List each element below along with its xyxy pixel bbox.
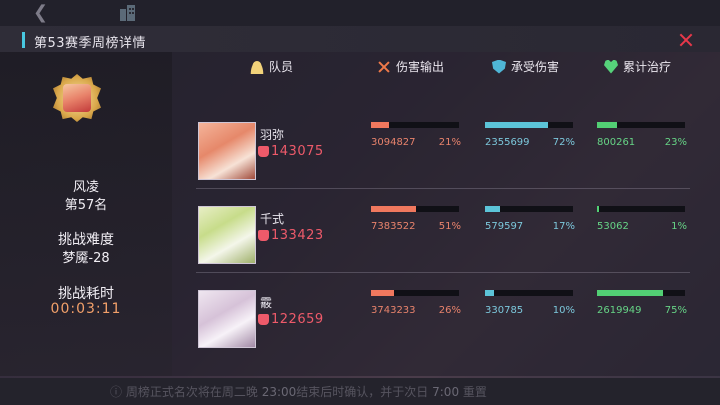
taken-bar-fill — [485, 122, 549, 128]
member-name: 霰 — [260, 296, 273, 310]
heal-bar-track — [597, 206, 685, 212]
time-value: 00:03:11 — [50, 301, 122, 317]
background-footer: ⓘ 周榜正式名次将在周二晚 23:00结束后时确认，并于次日 7:00 重置 — [0, 378, 720, 405]
heal-value: 800261 — [597, 137, 636, 148]
background-top-bar: ❮ — [0, 0, 720, 26]
heal-percent: 75% — [664, 305, 687, 316]
damage-stat: 3094827 21% — [371, 122, 471, 162]
row-divider — [196, 272, 690, 273]
heal-stat: 2619949 75% — [597, 290, 697, 330]
damage-stat: 7383522 51% — [371, 206, 471, 246]
member-name: 羽弥 — [260, 128, 285, 142]
taken-bar-fill — [485, 206, 500, 212]
damage-bar-track — [371, 122, 459, 128]
power-value: 143075 — [271, 144, 324, 159]
time-label: 挑战耗时 — [58, 286, 114, 302]
member-portrait[interactable] — [198, 290, 256, 348]
damage-bar-track — [371, 206, 459, 212]
player-name: 风凌 — [72, 180, 99, 195]
building-icon — [120, 5, 135, 21]
difficulty-label: 挑战难度 — [58, 232, 114, 248]
taken-stat: 330785 10% — [485, 290, 585, 330]
heal-bar-track — [597, 122, 685, 128]
taken-percent: 10% — [552, 305, 575, 316]
taken-percent: 17% — [552, 221, 575, 232]
power-fist-icon — [258, 146, 269, 157]
heal-stat: 53062 1% — [597, 206, 697, 246]
note-suffix: 重置 — [462, 385, 487, 399]
heal-bar-track — [597, 290, 685, 296]
column-taken: 承受伤害 — [492, 58, 559, 75]
heal-bar-fill — [597, 290, 663, 296]
column-member-label: 队员 — [269, 60, 294, 74]
member-power: 143075 — [258, 144, 324, 159]
taken-value: 330785 — [485, 305, 524, 316]
member-row[interactable]: 羽弥 143075 3094827 21% 2355699 72% 800261… — [196, 116, 696, 186]
column-heal: 累计治疗 — [604, 58, 671, 75]
note-time-2: 7:00 — [432, 385, 460, 399]
damage-percent: 26% — [438, 305, 461, 316]
heal-value: 53062 — [597, 221, 629, 232]
damage-percent: 21% — [438, 137, 461, 148]
damage-value: 3743233 — [371, 305, 416, 316]
close-icon[interactable] — [676, 31, 696, 49]
player-rank: 第57名 — [64, 198, 108, 213]
power-fist-icon — [258, 230, 269, 241]
member-power: 122659 — [258, 312, 324, 327]
column-damage: 伤害输出 — [377, 58, 444, 75]
info-icon: ⓘ — [110, 385, 123, 399]
member-portrait[interactable] — [198, 122, 256, 180]
taken-bar-track — [485, 290, 573, 296]
damage-bar-track — [371, 290, 459, 296]
sword-icon — [377, 60, 391, 74]
heal-bar-fill — [597, 206, 599, 212]
note-mid: 结束后时确认，并于次日 — [296, 385, 429, 399]
damage-bar-fill — [371, 290, 394, 296]
damage-value: 3094827 — [371, 137, 416, 148]
heal-stat: 800261 23% — [597, 122, 697, 162]
damage-value: 7383522 — [371, 221, 416, 232]
member-row[interactable]: 千式 133423 7383522 51% 579597 17% 53062 1… — [196, 200, 696, 270]
taken-stat: 579597 17% — [485, 206, 585, 246]
note-time-1: 23:00 — [261, 385, 297, 399]
member-power: 133423 — [258, 228, 324, 243]
heal-percent: 23% — [664, 137, 687, 148]
difficulty-value: 梦魇-28 — [62, 251, 110, 266]
taken-value: 2355699 — [485, 137, 530, 148]
power-value: 122659 — [271, 312, 324, 327]
column-damage-label: 伤害输出 — [396, 60, 445, 74]
column-member: 队员 — [250, 58, 293, 75]
heart-icon — [604, 59, 618, 74]
heal-bar-fill — [597, 122, 618, 128]
member-portrait[interactable] — [198, 206, 256, 264]
taken-bar-track — [485, 122, 573, 128]
back-arrow-icon: ❮ — [33, 2, 49, 23]
damage-bar-fill — [371, 122, 390, 128]
taken-bar-fill — [485, 290, 494, 296]
taken-value: 579597 — [485, 221, 524, 232]
row-divider — [196, 188, 690, 189]
column-taken-label: 承受伤害 — [511, 60, 560, 74]
member-name: 千式 — [260, 212, 285, 226]
heal-value: 2619949 — [597, 305, 642, 316]
member-row[interactable]: 霰 122659 3743233 26% 330785 10% 2619949 … — [196, 284, 696, 354]
damage-bar-fill — [371, 206, 416, 212]
damage-percent: 51% — [438, 221, 461, 232]
power-value: 133423 — [271, 228, 324, 243]
note-prefix: 周榜正式名次将在周二晚 — [125, 385, 258, 399]
shield-icon — [492, 59, 506, 74]
power-fist-icon — [258, 314, 269, 325]
column-heal-label: 累计治疗 — [623, 60, 672, 74]
player-summary-text: 风凌 第57名 挑战难度 梦魇-28 挑战耗时 00:03:11 — [0, 26, 172, 350]
member-icon — [250, 59, 264, 74]
taken-percent: 72% — [552, 137, 575, 148]
damage-stat: 3743233 26% — [371, 290, 471, 330]
taken-stat: 2355699 72% — [485, 122, 585, 162]
heal-percent: 1% — [671, 221, 687, 232]
reset-note: ⓘ 周榜正式名次将在周二晚 23:00结束后时确认，并于次日 7:00 重置 — [110, 383, 487, 400]
taken-bar-track — [485, 206, 573, 212]
